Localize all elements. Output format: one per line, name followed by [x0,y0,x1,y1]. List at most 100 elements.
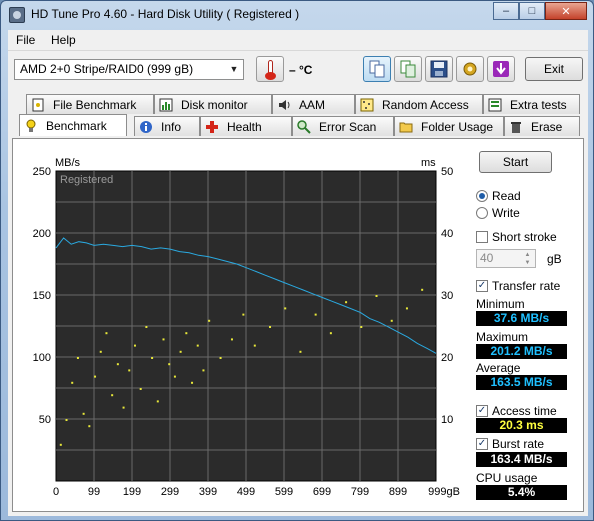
menu-file[interactable]: File [16,33,35,47]
exit-button[interactable]: Exit [525,57,583,81]
maximum-label: Maximum [476,330,529,344]
access-time-point [111,394,114,397]
app-disk-icon [9,7,25,23]
y-left-ticks: 250 200 150 100 50 [33,166,51,426]
burst-rate-value: 163.4 MB/s [476,452,567,467]
access-time-point [284,307,287,310]
stepper-up-icon[interactable]: ▲ [521,251,534,259]
x-tick-label: 199 [123,486,141,498]
tab-disk-monitor-label: Disk monitor [181,97,248,112]
short-stroke-stepper[interactable]: 40 ▲ ▼ [476,249,536,268]
average-value: 163.5 MB/s [476,375,567,390]
access-time-point [230,338,233,341]
copy-text-button[interactable] [394,56,422,82]
chevron-down-icon: ▼ [229,64,239,74]
download-button[interactable] [487,56,515,82]
access-time-point [191,381,194,384]
minimum-value: 37.6 MB/s [476,311,567,326]
start-button[interactable]: Start [479,151,552,173]
tab-extra-tests-label: Extra tests [510,97,567,112]
x-tick-label: 299 [161,486,179,498]
average-label: Average [476,361,521,375]
close-button[interactable]: ✕ [545,2,587,20]
maximize-button[interactable]: □ [519,2,545,20]
tab-file-benchmark-label: File Benchmark [53,97,137,112]
menu-bar: File Help [8,30,588,51]
access-time-point [208,319,211,322]
access-time-point [299,350,302,353]
y-left-unit: MB/s [55,157,81,169]
toolbar: AMD 2+0 Stripe/RAID0 (999 gB) ▼ – °C Exi… [8,51,588,91]
drive-select-value: AMD 2+0 Stripe/RAID0 (999 gB) [20,62,194,76]
copy-icon [369,60,385,78]
temperature-readout: – °C [289,63,313,77]
read-radio[interactable]: Read [476,189,566,203]
x-tick-label: 699 [313,486,331,498]
access-time-point [405,307,408,310]
minimize-button[interactable]: ‒ [493,2,519,20]
x-tick-label: 899 [389,486,407,498]
disk-monitor-icon [159,98,173,112]
write-radio[interactable]: Write [476,206,566,220]
x-tick-label: 0 [53,486,59,498]
y-right-unit: ms [421,157,436,169]
lightbulb-icon [24,119,38,133]
access-time-point [185,332,188,335]
download-icon [493,61,509,77]
access-time-point [151,357,154,359]
exit-button-label: Exit [543,62,564,76]
menu-help[interactable]: Help [51,33,76,47]
window-title: HD Tune Pro 4.60 - Hard Disk Utility ( R… [31,7,300,21]
access-time-point [345,301,348,304]
access-time-point [219,357,222,359]
tab-extra-tests[interactable]: Extra tests [483,94,580,114]
transfer-rate-checkbox[interactable]: ✓ Transfer rate [476,279,560,293]
read-radio-dot [476,190,488,202]
x-tick-label: 599 [275,486,293,498]
access-time-point [329,332,332,335]
y-right-tick-label: 20 [441,352,453,364]
tab-aam[interactable]: AAM [272,94,355,114]
tab-file-benchmark[interactable]: File Benchmark [26,94,154,114]
copy-button[interactable] [363,56,391,82]
y-left-tick-label: 100 [33,352,51,364]
tab-random-access[interactable]: Random Access [355,94,483,114]
thermometer-bulb-icon [265,72,276,80]
access-time-point [179,350,182,353]
write-radio-dot [476,207,488,219]
access-time-point [71,381,74,384]
short-stroke-box [476,231,488,243]
tab-erase[interactable]: Erase [504,116,580,136]
access-time-point [88,425,91,428]
access-time-value: 20.3 ms [476,418,567,433]
short-stroke-checkbox[interactable]: Short stroke [476,230,557,244]
access-time-point [133,344,136,347]
stepper-down-icon[interactable]: ▼ [521,259,534,267]
access-time-point [196,344,199,347]
file-benchmark-icon [31,98,45,112]
copy-text-icon [400,60,416,78]
drive-select[interactable]: AMD 2+0 Stripe/RAID0 (999 gB) ▼ [14,59,244,80]
access-time-point [128,369,131,372]
burst-rate-label: Burst rate [492,437,545,451]
access-time-point [314,313,317,316]
access-time-point [76,357,79,359]
burst-rate-checkbox[interactable]: ✓ Burst rate [476,437,544,451]
save-button[interactable] [425,56,453,82]
temperature-button[interactable] [256,56,284,82]
tab-benchmark[interactable]: Benchmark [19,114,127,136]
title-bar[interactable]: HD Tune Pro 4.60 - Hard Disk Utility ( R… [1,1,593,29]
minimum-label: Minimum [476,297,525,311]
access-time-point [162,338,165,341]
options-button[interactable] [456,56,484,82]
benchmark-chart: Registered MB/s ms 25020015010050 504030… [33,157,460,498]
x-tick-label: 499 [237,486,255,498]
access-time-point [253,344,256,347]
registered-watermark: Registered [60,174,113,186]
transfer-rate-label: Transfer rate [492,279,561,293]
access-time-box: ✓ [476,405,488,417]
access-time-point [139,388,142,390]
tab-disk-monitor[interactable]: Disk monitor [154,94,272,114]
access-time-checkbox[interactable]: ✓ Access time [476,404,557,418]
access-time-point [360,326,363,328]
